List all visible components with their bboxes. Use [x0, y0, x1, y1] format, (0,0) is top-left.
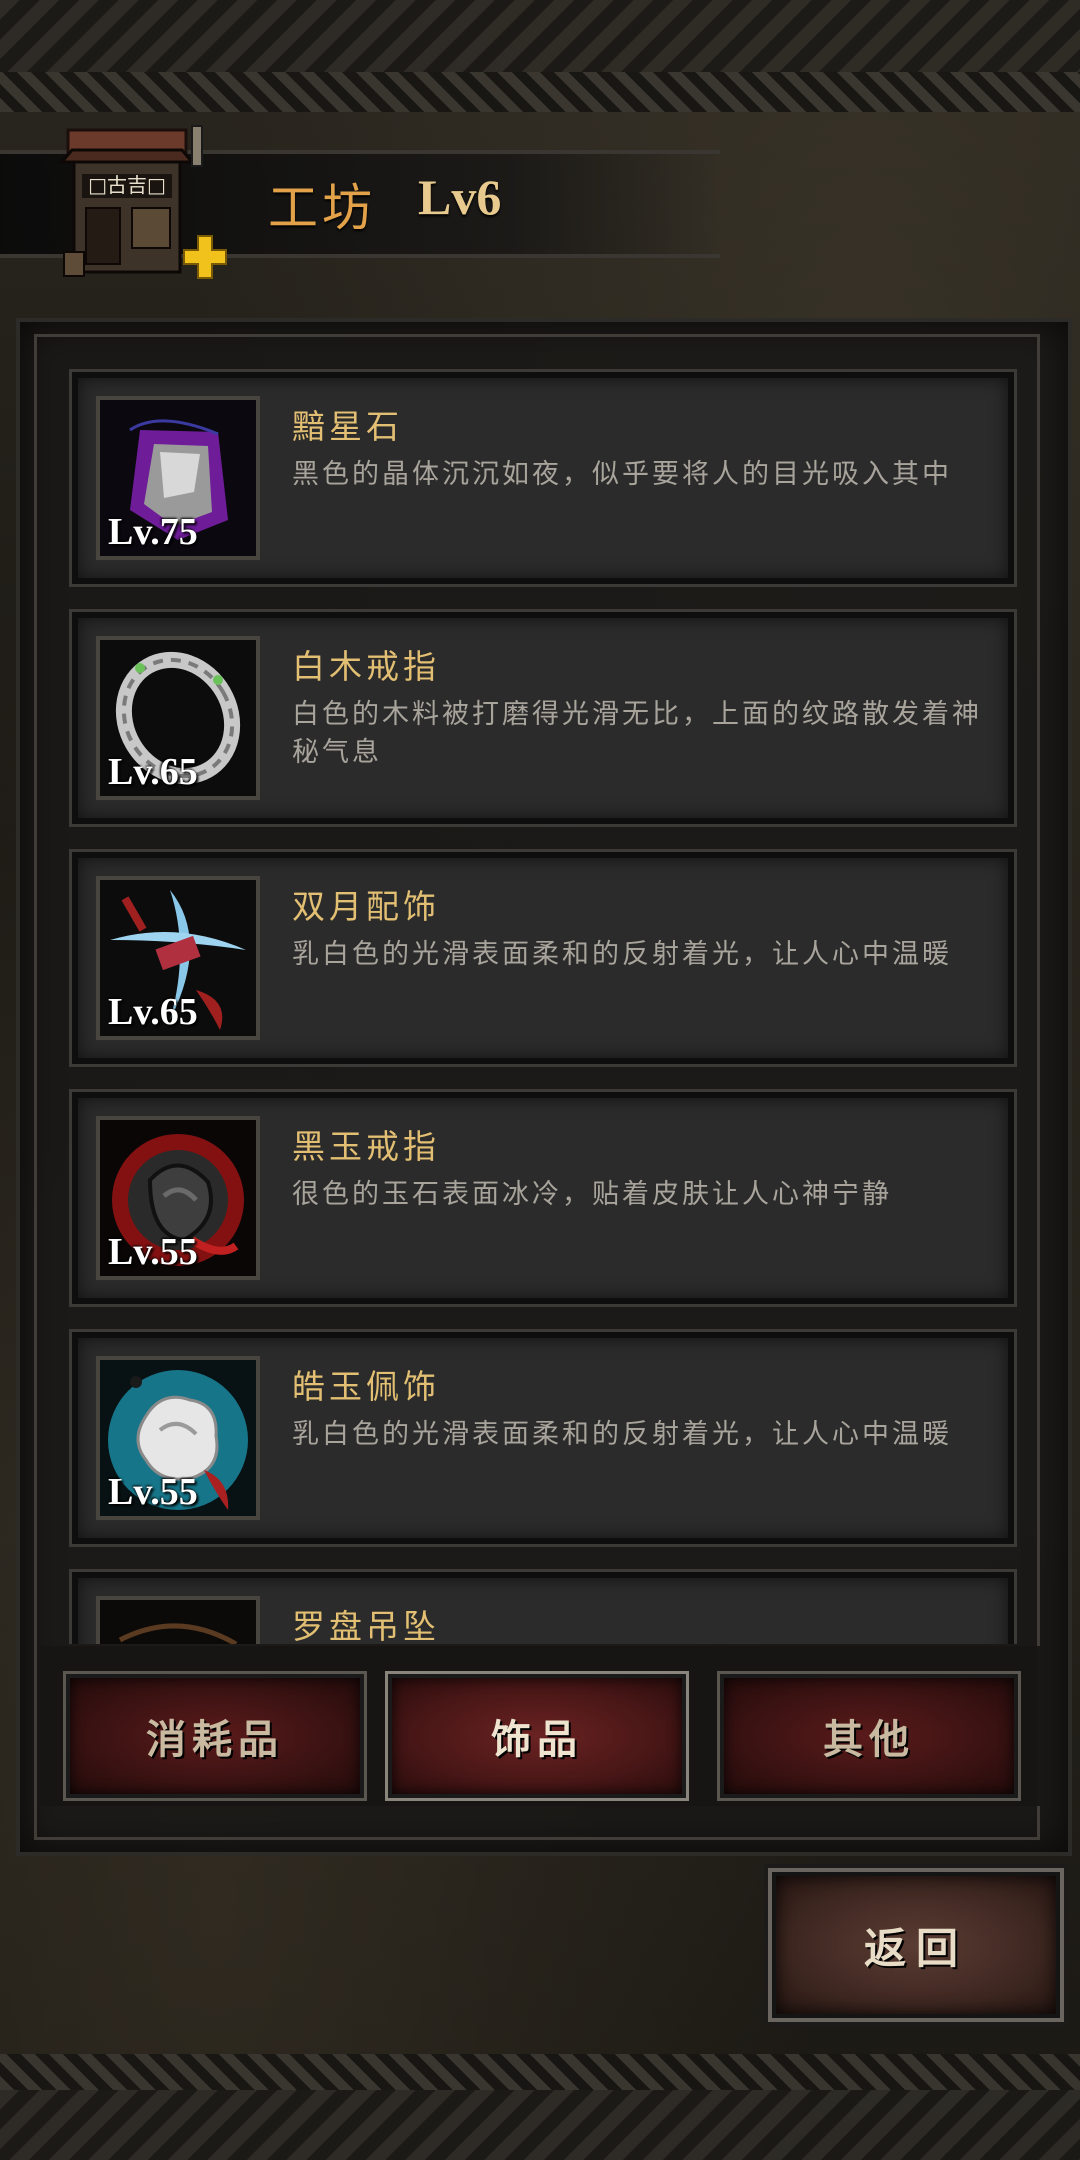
top-decorative-border-inner	[0, 72, 1080, 112]
item-description: 乳白色的光滑表面柔和的反射着光，让人心中温暖	[292, 939, 952, 970]
list-item[interactable]: Lv.55 黑玉戒指 很色的玉石表面冰冷，贴着皮肤让人心神宁静	[72, 1092, 1014, 1304]
tab-label: 饰品	[491, 1717, 583, 1763]
upgrade-plus-icon[interactable]	[180, 232, 230, 282]
workshop-screen: □古吉□ 工坊 Lv6 Lv.75 黯星石 黑色的晶体沉沉如夜，似乎要将人的目光…	[0, 0, 1080, 2160]
item-name: 罗盘吊坠	[292, 1607, 440, 1644]
item-description: 很色的玉石表面冰冷，贴着皮肤让人心神宁静	[292, 1179, 892, 1210]
item-level: Lv.55	[108, 1231, 198, 1273]
item-name: 黑玉戒指	[292, 1127, 440, 1166]
svg-text:□古吉□: □古吉□	[88, 173, 166, 197]
tab-label: 消耗品	[146, 1717, 284, 1763]
item-level: Lv.75	[108, 511, 198, 553]
back-button-label: 返回	[863, 1923, 968, 1973]
list-item[interactable]: Lv.75 黯星石 黑色的晶体沉沉如夜，似乎要将人的目光吸入其中	[72, 372, 1014, 584]
tab-consumables[interactable]: 消耗品	[66, 1674, 364, 1798]
tab-accessories[interactable]: 饰品	[388, 1674, 686, 1798]
item-name: 双月配饰	[292, 887, 440, 926]
item-description: 黑色的晶体沉沉如夜，似乎要将人的目光吸入其中	[292, 459, 952, 490]
page-title: 工坊	[268, 179, 376, 237]
item-name: 白木戒指	[292, 647, 440, 686]
list-item[interactable]: Lv.65 白木戒指 白色的木料被打磨得光滑无比，上面的纹路散发着神秘气息	[72, 612, 1014, 824]
compass-pendant-icon	[96, 1596, 260, 1644]
dark-star-stone-icon: Lv.75	[96, 396, 260, 560]
item-description: 白色的木料被打磨得光滑无比，上面的纹路散发着神秘气息	[292, 699, 982, 768]
tab-label: 其他	[823, 1717, 915, 1763]
white-jade-pendant-icon: Lv.55	[96, 1356, 260, 1520]
white-wood-ring-icon: Lv.65	[96, 636, 260, 800]
list-item[interactable]: 罗盘吊坠	[72, 1572, 1014, 1644]
twin-moon-ornament-icon: Lv.65	[96, 876, 260, 1040]
item-level: Lv.65	[108, 991, 198, 1033]
tab-others[interactable]: 其他	[720, 1674, 1018, 1798]
item-list[interactable]: Lv.75 黯星石 黑色的晶体沉沉如夜，似乎要将人的目光吸入其中 Lv.65 白…	[60, 350, 1020, 1644]
top-decorative-border	[0, 0, 1080, 72]
bottom-decorative-border	[0, 2090, 1080, 2160]
black-jade-ring-icon: Lv.55	[96, 1116, 260, 1280]
workshop-level: Lv6	[418, 169, 502, 225]
item-name: 皓玉佩饰	[292, 1367, 440, 1406]
bottom-decorative-border-inner	[0, 2054, 1080, 2090]
item-description: 乳白色的光滑表面柔和的反射着光，让人心中温暖	[292, 1419, 952, 1450]
list-item[interactable]: Lv.65 双月配饰 乳白色的光滑表面柔和的反射着光，让人心中温暖	[72, 852, 1014, 1064]
item-level: Lv.55	[108, 1471, 198, 1513]
list-item[interactable]: Lv.55 皓玉佩饰 乳白色的光滑表面柔和的反射着光，让人心中温暖	[72, 1332, 1014, 1544]
item-level: Lv.65	[108, 751, 198, 793]
back-button[interactable]: 返回	[772, 1872, 1060, 2018]
item-name: 黯星石	[292, 407, 403, 446]
